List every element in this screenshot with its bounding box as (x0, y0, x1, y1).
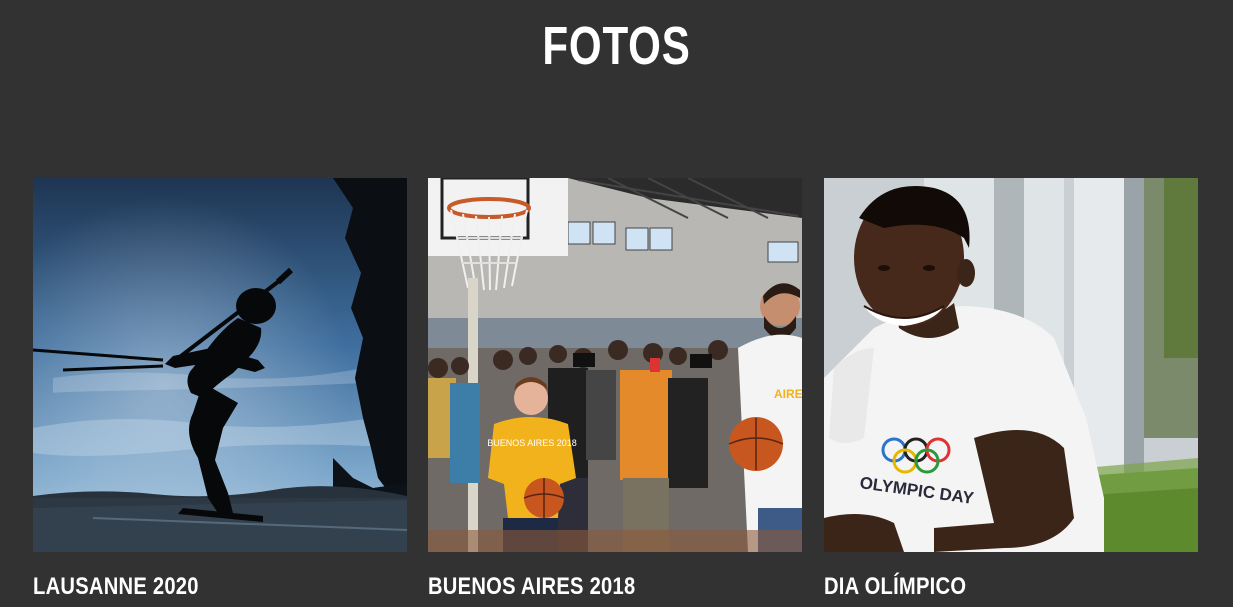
photo-thumbnail-dia-olimpico[interactable]: OLYMPIC DAY (824, 178, 1198, 552)
photos-section: FOTOS LAUSANNE 2020 BUENOS AIRES 2018 AI… (0, 0, 1233, 607)
gallery-card-dia-olimpico[interactable]: OLYMPIC DAY DIA OLÍMPICO (824, 178, 1198, 607)
page-title: FOTOS (542, 16, 691, 76)
man-shirt-logo-text: AIRES (774, 387, 802, 401)
basketball-gym-image: BUENOS AIRES 2018 AIRES (428, 178, 802, 552)
gallery-caption-lausanne[interactable]: LAUSANNE 2020 (33, 572, 199, 602)
gallery-caption-buenos-aires[interactable]: BUENOS AIRES 2018 (428, 572, 635, 602)
photo-thumbnail-lausanne[interactable] (33, 178, 407, 552)
photo-thumbnail-buenos-aires[interactable]: BUENOS AIRES 2018 AIRES (428, 178, 802, 552)
gallery-card-lausanne[interactable]: LAUSANNE 2020 (33, 178, 407, 607)
shirt-logo-text: BUENOS AIRES 2018 (487, 438, 577, 448)
gallery-caption-dia-olimpico[interactable]: DIA OLÍMPICO (824, 572, 966, 602)
photo-gallery: LAUSANNE 2020 BUENOS AIRES 2018 AIRE BUE… (33, 178, 1198, 607)
gallery-card-buenos-aires[interactable]: BUENOS AIRES 2018 AIRES B (428, 178, 802, 607)
biathlon-silhouette-image (33, 178, 407, 552)
smiling-boy-image: OLYMPIC DAY (824, 178, 1198, 552)
